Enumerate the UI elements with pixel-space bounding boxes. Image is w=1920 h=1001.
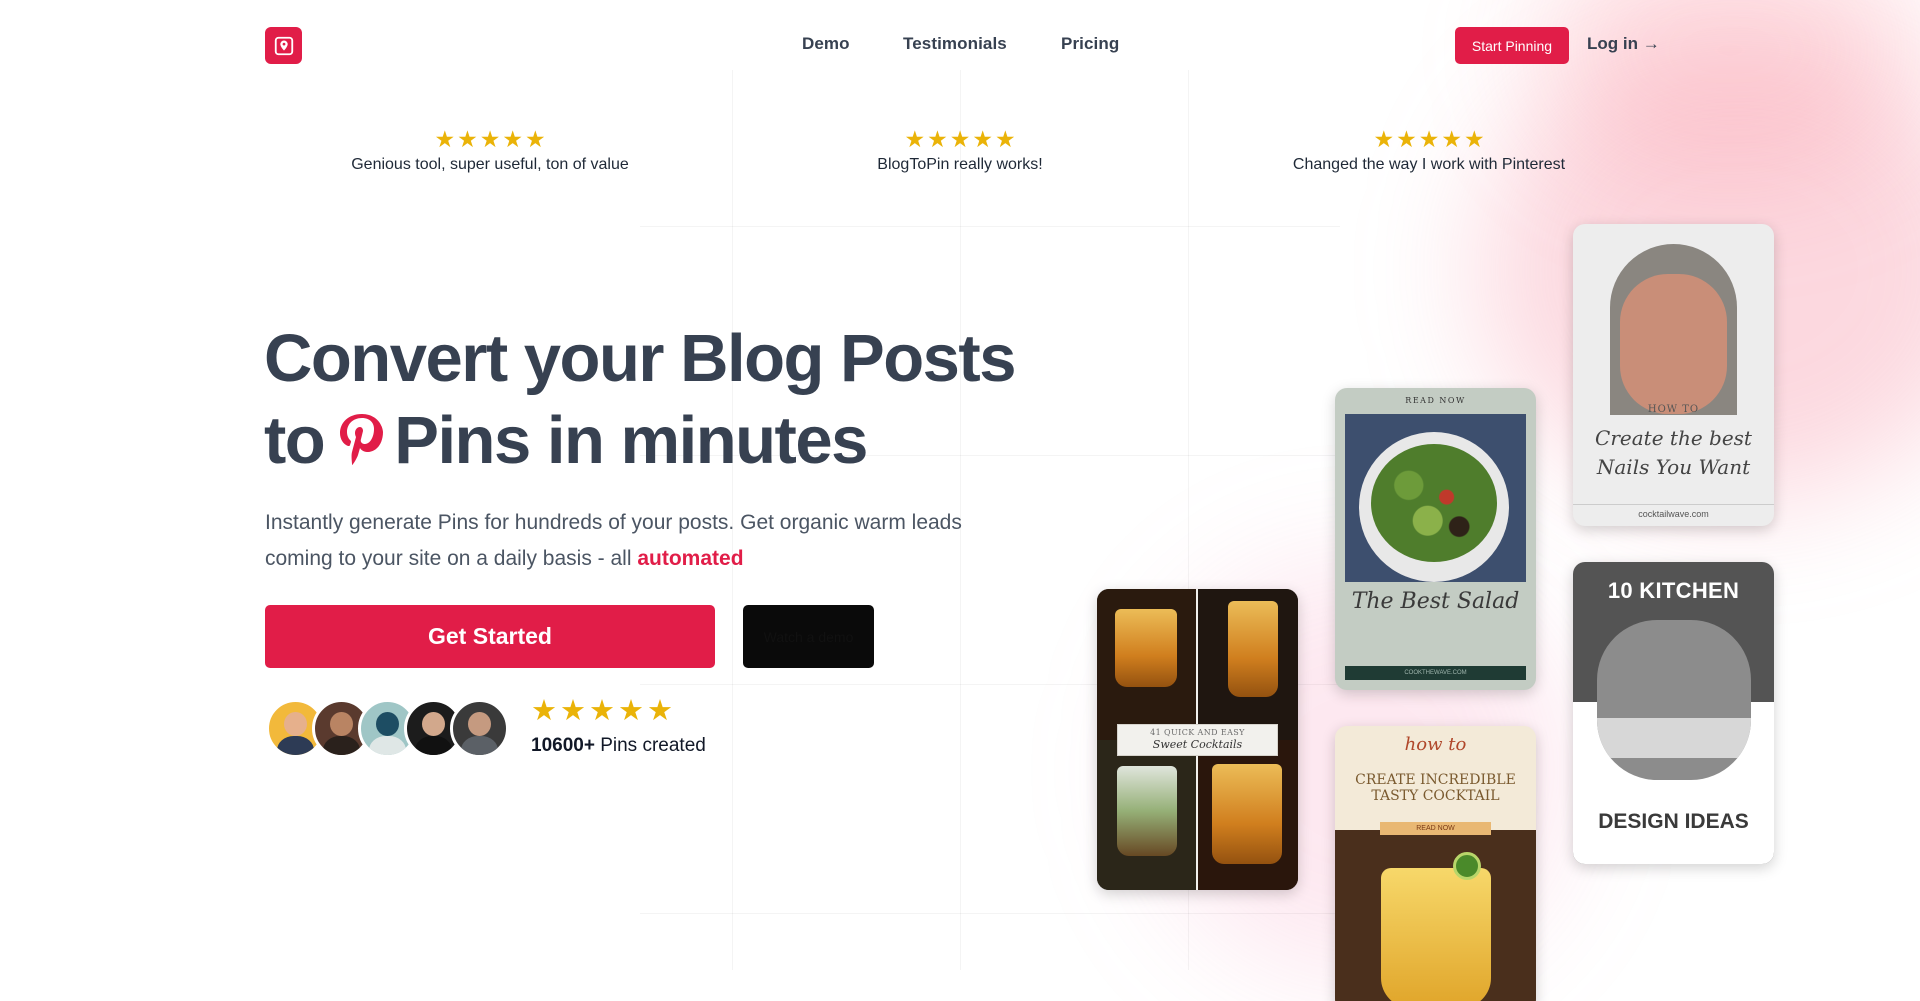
pin-label: 41 QUICK AND EASY Sweet Cocktails bbox=[1117, 724, 1278, 756]
pin-site: COOKTHEWAVE.COM bbox=[1345, 666, 1526, 680]
nav-testimonials[interactable]: Testimonials bbox=[903, 34, 1007, 54]
star-icon: ★ bbox=[618, 695, 644, 727]
headline-pins: Pins in minutes bbox=[394, 403, 868, 478]
star-icon: ★ bbox=[1418, 126, 1440, 152]
star-icon: ★ bbox=[949, 126, 971, 152]
testimonial: ★ ★ ★ ★ ★ BlogToPin really works! bbox=[740, 128, 1180, 174]
star-icon: ★ bbox=[479, 126, 501, 152]
social-rating-stars: ★ ★ ★ ★ ★ bbox=[531, 695, 673, 727]
star-icon: ★ bbox=[904, 126, 926, 152]
pin-photo bbox=[1610, 244, 1737, 415]
pin-title: CREATE INCREDIBLE TASTY COCKTAIL bbox=[1355, 772, 1516, 804]
nav-pricing[interactable]: Pricing bbox=[1061, 34, 1119, 54]
pin-label-line-1: 41 QUICK AND EASY bbox=[1150, 728, 1245, 737]
landing-page: Demo Testimonials Pricing Start Pinning … bbox=[0, 0, 1920, 1001]
description-text: Instantly generate Pins for hundreds of … bbox=[265, 511, 962, 570]
star-icon: ★ bbox=[647, 695, 673, 727]
pins-count-suffix: Pins created bbox=[594, 735, 706, 756]
pin-photo bbox=[1335, 830, 1536, 1001]
star-icon: ★ bbox=[457, 126, 478, 152]
hero-headline: Convert your Blog Posts to Pins in minut… bbox=[264, 318, 1016, 482]
nav-demo[interactable]: Demo bbox=[802, 34, 850, 54]
automated-highlight: automated bbox=[637, 547, 744, 570]
pin-photo bbox=[1597, 620, 1751, 780]
star-icon: ★ bbox=[1396, 126, 1417, 152]
pin-photo bbox=[1197, 589, 1298, 740]
pin-read-now: READ NOW bbox=[1380, 822, 1491, 835]
pin-card-salad: READ NOW The Best Salad COOKTHEWAVE.COM bbox=[1335, 388, 1536, 690]
star-icon: ★ bbox=[434, 126, 456, 152]
watch-demo-button[interactable]: Watch a demo bbox=[743, 605, 874, 668]
rating-stars: ★ ★ ★ ★ ★ bbox=[270, 126, 710, 152]
grid-line bbox=[640, 913, 1340, 914]
avatar bbox=[450, 699, 509, 758]
rating-stars: ★ ★ ★ ★ ★ bbox=[1209, 126, 1649, 152]
pin-photo bbox=[1097, 739, 1198, 890]
star-icon: ★ bbox=[531, 695, 557, 727]
pin-label-line-2: Sweet Cocktails bbox=[1152, 738, 1243, 751]
pin-photo bbox=[1197, 739, 1298, 890]
start-pinning-button[interactable]: Start Pinning bbox=[1455, 27, 1569, 64]
pins-count: 10600+ bbox=[531, 735, 595, 756]
user-avatars bbox=[266, 699, 509, 758]
grid-line bbox=[640, 226, 1340, 227]
star-icon: ★ bbox=[927, 126, 948, 152]
testimonial: ★ ★ ★ ★ ★ Changed the way I work with Pinter… bbox=[1209, 128, 1649, 174]
testimonial-text: BlogToPin really works! bbox=[877, 156, 1043, 173]
star-icon: ★ bbox=[1463, 126, 1485, 152]
testimonial-text: Changed the way I work with Pinterest bbox=[1292, 156, 1566, 173]
pin-subtitle: HOW TO bbox=[1647, 404, 1700, 415]
get-started-button[interactable]: Get Started bbox=[265, 605, 715, 668]
star-icon: ★ bbox=[524, 126, 546, 152]
star-icon: ★ bbox=[994, 126, 1016, 152]
pin-photo bbox=[1097, 589, 1198, 740]
hero-description: Instantly generate Pins for hundreds of … bbox=[265, 505, 1025, 577]
pin-title: The Best Salad bbox=[1351, 589, 1520, 614]
star-icon: ★ bbox=[560, 695, 586, 727]
testimonial: ★ ★ ★ ★ ★ Genious tool, super useful, ton of… bbox=[270, 128, 710, 174]
pin-read-now: READ NOW bbox=[1405, 396, 1466, 405]
star-icon: ★ bbox=[502, 126, 523, 152]
testimonial-text: Genious tool, super useful, ton of value bbox=[351, 156, 629, 173]
pin-card-kitchen: 10 KITCHEN DESIGN IDEAS bbox=[1573, 562, 1774, 864]
star-icon: ★ bbox=[1373, 126, 1395, 152]
pin-card-cocktails: 41 QUICK AND EASY Sweet Cocktails bbox=[1097, 589, 1298, 890]
rating-stars: ★ ★ ★ ★ ★ bbox=[740, 126, 1180, 152]
pin-card-nails: HOW TO Create the best Nails You Want co… bbox=[1573, 224, 1774, 526]
pin-title-top: 10 KITCHEN bbox=[1607, 578, 1740, 603]
headline-line-1: Convert your Blog Posts bbox=[264, 321, 1016, 396]
star-icon: ★ bbox=[1441, 126, 1462, 152]
headline-to: to bbox=[264, 403, 326, 478]
star-icon: ★ bbox=[589, 695, 615, 727]
pin-title-bottom: DESIGN IDEAS bbox=[1598, 810, 1749, 833]
pin-card-tasty-cocktail: how to CREATE INCREDIBLE TASTY COCKTAIL … bbox=[1335, 726, 1536, 1001]
pinterest-icon bbox=[336, 412, 386, 470]
pin-site: cocktailwave.com bbox=[1573, 504, 1774, 519]
pin-title: Create the best Nails You Want bbox=[1595, 426, 1752, 479]
pin-subtitle: how to bbox=[1404, 734, 1467, 755]
login-link[interactable]: Log in → bbox=[1587, 34, 1660, 54]
pin-photo bbox=[1345, 414, 1526, 582]
star-icon: ★ bbox=[972, 126, 993, 152]
pins-created-count: 10600+ Pins created bbox=[531, 735, 706, 757]
